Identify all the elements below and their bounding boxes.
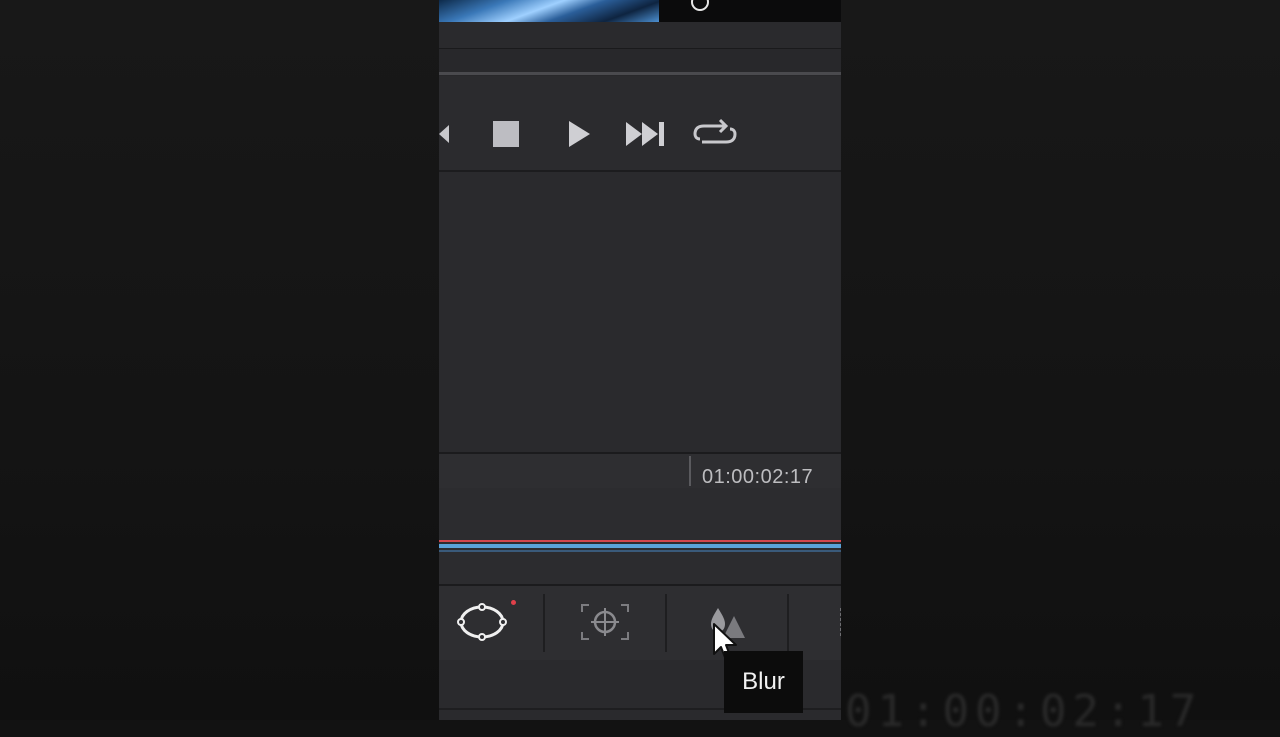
next-clip-button[interactable] <box>623 116 669 152</box>
node-editor-area[interactable] <box>439 172 841 452</box>
circle-window-icon <box>457 603 507 641</box>
stop-button[interactable] <box>491 116 521 152</box>
playhead[interactable] <box>689 456 691 486</box>
clip-track-red <box>439 540 841 542</box>
clip-track-blue <box>439 544 841 548</box>
viewer-image <box>439 0 659 22</box>
active-indicator <box>511 600 516 605</box>
clip-track-shadow <box>439 550 841 552</box>
viewer-info-bar <box>439 22 841 48</box>
skip-forward-icon <box>626 122 664 146</box>
tooltip: Blur <box>724 651 803 713</box>
play-button[interactable] <box>561 116 597 152</box>
timeline-ruler[interactable]: 01:00:02:17 <box>439 454 841 488</box>
stop-icon <box>493 121 519 147</box>
loop-icon <box>693 118 737 144</box>
viewer-overlay-icon <box>691 0 709 11</box>
tooltip-text: Blur <box>742 668 785 695</box>
mini-timeline[interactable]: 01:00:02:17 <box>439 452 841 586</box>
step-back-icon <box>439 125 449 143</box>
viewer-preview <box>439 0 841 22</box>
divider <box>665 594 667 652</box>
viewer-scrubber[interactable] <box>439 72 841 75</box>
tracker-tool[interactable] <box>565 592 645 652</box>
power-window-tool[interactable] <box>442 592 522 652</box>
divider <box>543 594 545 652</box>
backdrop-right <box>841 0 1280 720</box>
divider <box>439 48 841 49</box>
backdrop-left <box>0 0 439 720</box>
timecode-display: 01:00:02:17 <box>702 466 814 488</box>
crosshair-icon <box>581 604 629 640</box>
previous-frame-button[interactable] <box>439 116 457 152</box>
key-icon <box>840 606 841 638</box>
divider <box>787 594 789 652</box>
loop-button[interactable] <box>691 116 739 152</box>
transport-controls <box>439 76 841 172</box>
backdrop-timecode: 01:00:02:17 <box>845 686 1203 737</box>
resolve-panel: 01:00:02:17 <box>439 0 841 720</box>
play-icon <box>569 121 590 147</box>
key-tool[interactable] <box>805 592 841 652</box>
